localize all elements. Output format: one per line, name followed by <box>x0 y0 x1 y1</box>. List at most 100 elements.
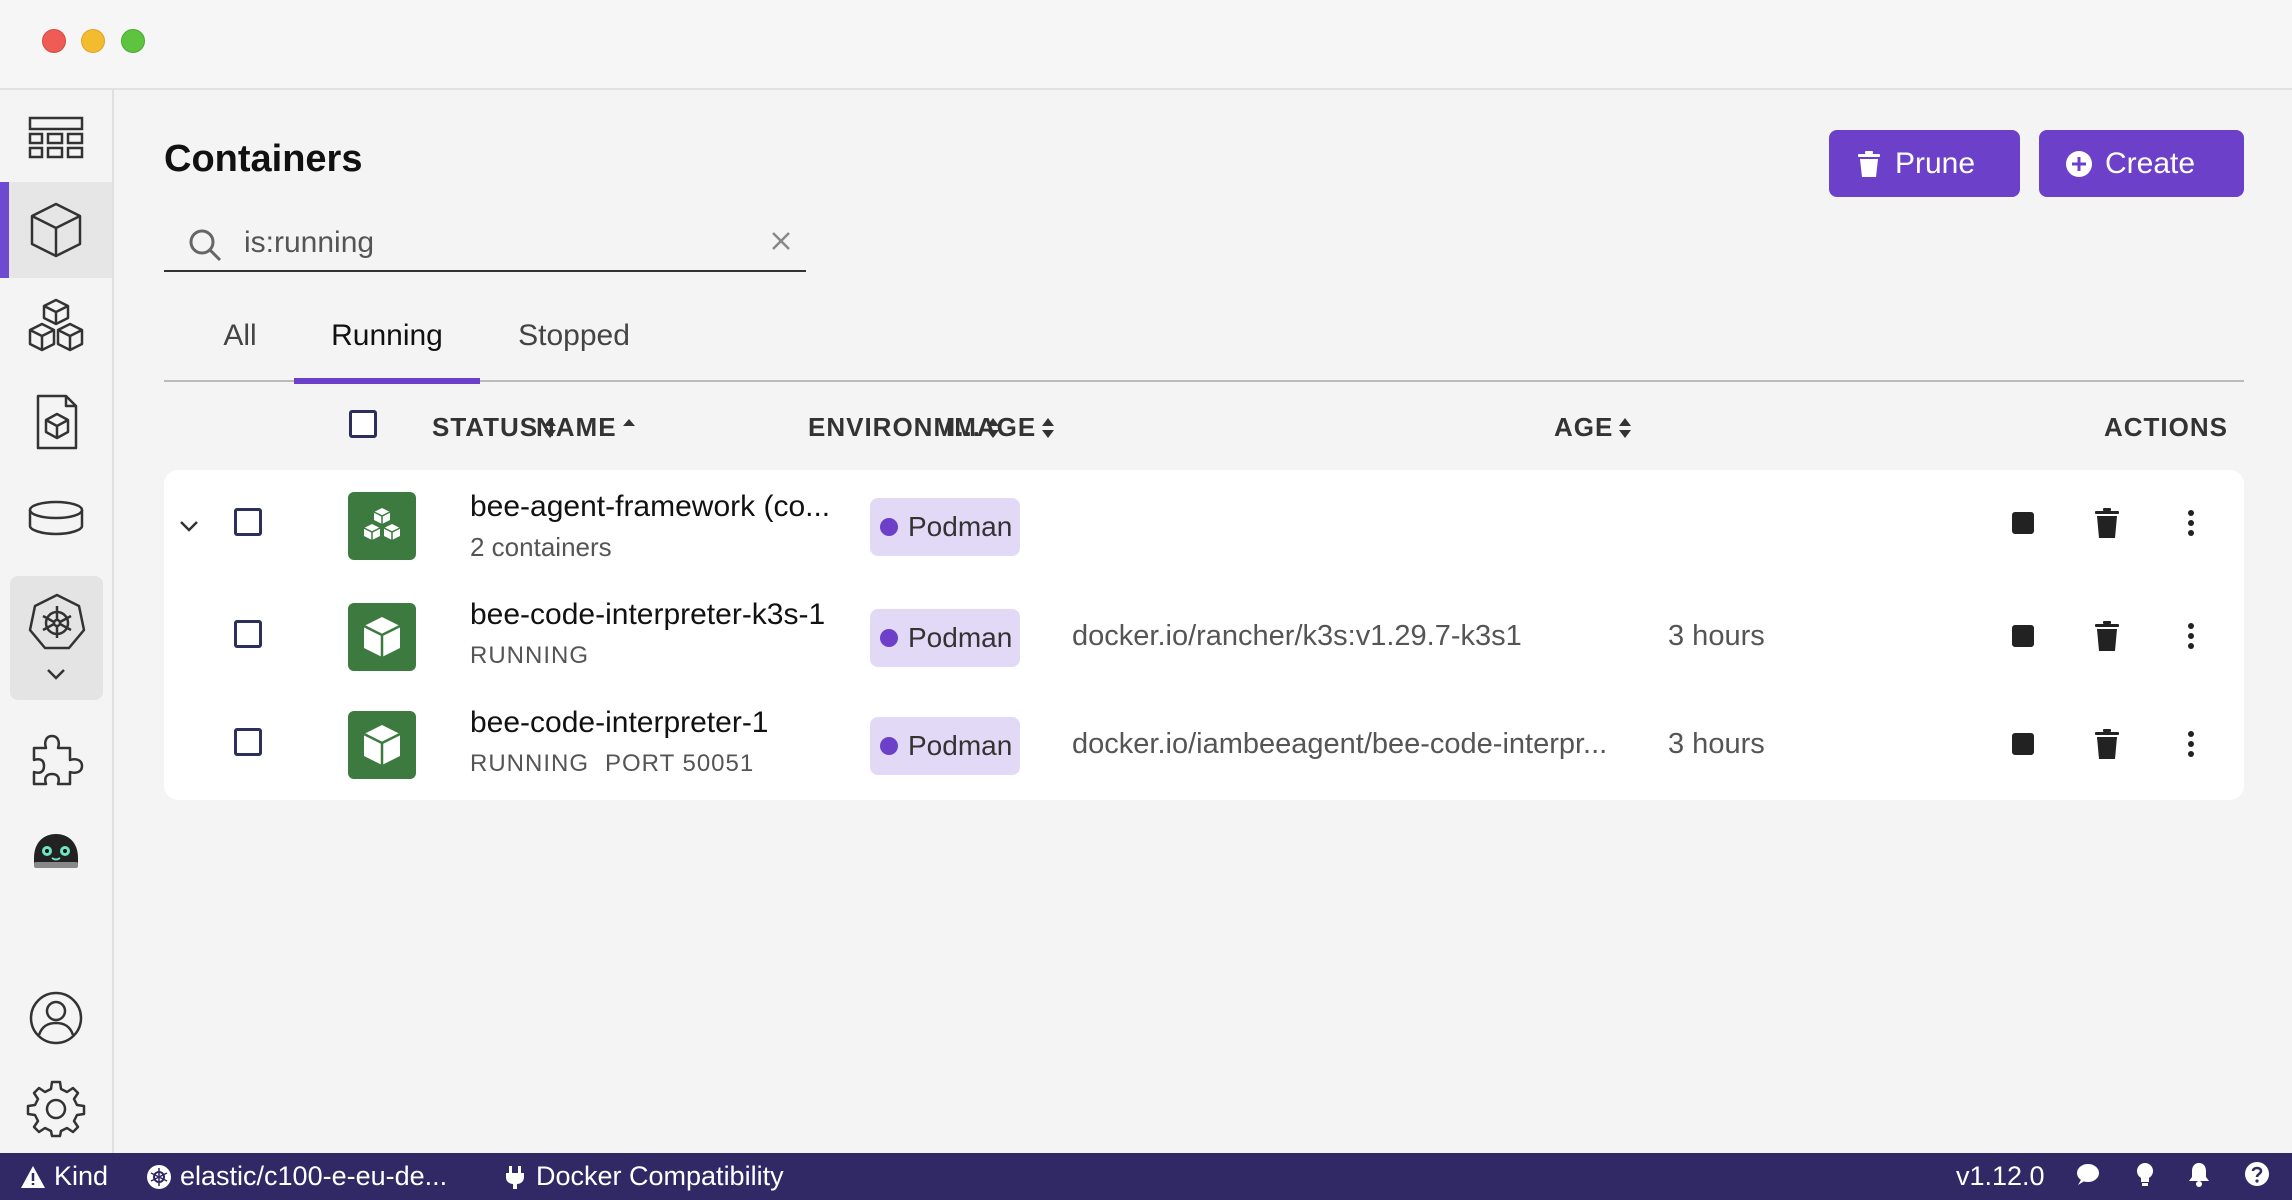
container-running-icon <box>363 617 401 657</box>
sidebar-item-images[interactable] <box>0 374 112 470</box>
environment-label: Podman <box>908 622 1013 653</box>
environment-label: Podman <box>908 730 1013 761</box>
table-row[interactable]: bee-code-interpreter-k3s-1 RUNNING Podma… <box>164 582 2244 692</box>
settings-icon <box>26 1080 86 1138</box>
column-age[interactable]: AGE <box>1554 412 1633 443</box>
select-all-checkbox[interactable] <box>349 410 377 438</box>
create-button-label: Create <box>2105 146 2196 180</box>
search-icon <box>189 229 222 262</box>
sidebar-item-bee-agent[interactable] <box>0 802 112 898</box>
sidebar-item-volumes[interactable] <box>0 470 112 566</box>
podman-dot-icon <box>880 518 898 536</box>
environment-badge: Podman <box>870 609 1020 667</box>
prune-button[interactable]: Prune <box>1829 130 2020 197</box>
kube-context-status[interactable]: elastic/c100-e-eu-de... <box>146 1161 447 1192</box>
main-content: Containers Prune Create is:running All R… <box>114 90 2292 1153</box>
kind-status[interactable]: Kind <box>20 1161 108 1192</box>
sidebar-item-containers[interactable] <box>0 182 112 278</box>
prune-button-label: Prune <box>1895 146 1976 180</box>
podman-dot-icon <box>880 737 898 755</box>
sidebar-item-kubernetes[interactable] <box>10 576 103 700</box>
kebab-menu-icon[interactable] <box>2174 619 2208 653</box>
minimize-window-button[interactable] <box>81 29 105 53</box>
table-header: STATUS NAME ENVIRONM... IMAGE AGE ACTION… <box>164 390 2244 460</box>
container-image: docker.io/iambeeagent/bee-code-interpr..… <box>1072 728 1608 760</box>
column-status-label: STATUS <box>432 412 539 442</box>
table-row[interactable]: bee-code-interpreter-1 RUNNING PORT 50051… <box>164 690 2244 800</box>
column-age-label: AGE <box>1554 412 1614 442</box>
tips-button[interactable] <box>2132 1161 2158 1187</box>
filter-tabs: All Running Stopped <box>164 290 2244 384</box>
container-age: 3 hours <box>1668 728 1765 760</box>
bee-agent-icon <box>34 834 78 868</box>
sidebar-item-dashboard[interactable] <box>0 90 112 186</box>
status-icon <box>348 711 416 779</box>
tab-all[interactable]: All <box>206 290 274 382</box>
kubernetes-icon <box>28 593 86 650</box>
zoom-window-button[interactable] <box>121 29 145 53</box>
container-name[interactable]: bee-code-interpreter-1 <box>470 706 769 740</box>
kind-label: Kind <box>54 1161 109 1191</box>
plug-icon <box>506 1165 524 1189</box>
environment-label: Podman <box>908 511 1013 542</box>
stop-icon[interactable] <box>2006 619 2040 653</box>
chevron-down-icon[interactable] <box>43 664 69 684</box>
column-image-label: IMAGE <box>946 412 1037 442</box>
container-image: docker.io/rancher/k3s:v1.29.7-k3s1 <box>1072 620 1522 652</box>
tab-stopped[interactable]: Stopped <box>504 290 644 382</box>
delete-icon[interactable] <box>2090 619 2124 653</box>
container-count: 2 containers <box>470 532 612 562</box>
version-label[interactable]: v1.12.0 <box>1956 1161 2045 1192</box>
close-window-button[interactable] <box>42 29 66 53</box>
docker-compatibility-label: Docker Compatibility <box>536 1161 784 1191</box>
page-title: Containers <box>164 138 363 180</box>
window-titlebar <box>0 0 2292 90</box>
status-icon <box>348 492 416 560</box>
help-icon <box>2245 1162 2269 1186</box>
environment-badge: Podman <box>870 717 1020 775</box>
status-icon <box>348 603 416 671</box>
sort-icon <box>1619 417 1632 438</box>
sidebar-item-account[interactable] <box>0 970 112 1066</box>
chat-bubble-icon <box>2077 1164 2099 1185</box>
feedback-button[interactable] <box>2074 1161 2100 1187</box>
row-checkbox[interactable] <box>234 728 262 756</box>
kebab-menu-icon[interactable] <box>2174 727 2208 761</box>
create-button[interactable]: Create <box>2039 130 2244 197</box>
help-button[interactable] <box>2244 1161 2270 1187</box>
sidebar-item-settings[interactable] <box>0 1060 112 1156</box>
sidebar-item-extensions[interactable] <box>0 710 112 806</box>
stop-icon[interactable] <box>2006 506 2040 540</box>
container-name[interactable]: bee-code-interpreter-k3s-1 <box>470 598 825 632</box>
sidebar-item-pods[interactable] <box>0 278 112 374</box>
dashboard-icon <box>28 116 84 159</box>
table-row[interactable]: bee-agent-framework (co... 2 containers … <box>164 470 2244 580</box>
row-checkbox[interactable] <box>234 620 262 648</box>
notifications-button[interactable] <box>2186 1161 2212 1187</box>
container-state-label: RUNNING <box>470 750 589 777</box>
container-state: RUNNING PORT 50051 <box>470 750 754 778</box>
chevron-down-icon[interactable] <box>176 514 202 538</box>
containers-table: bee-agent-framework (co... 2 containers … <box>164 470 2244 800</box>
extensions-icon <box>32 734 84 786</box>
container-port[interactable]: PORT 50051 <box>605 750 754 777</box>
kubernetes-icon <box>147 1164 171 1189</box>
kebab-menu-icon[interactable] <box>2174 506 2208 540</box>
docker-compatibility-status[interactable]: Docker Compatibility <box>502 1161 784 1192</box>
column-image[interactable]: IMAGE <box>946 412 1056 443</box>
stop-icon[interactable] <box>2006 727 2040 761</box>
pod-group-icon <box>363 508 401 540</box>
plus-circle-icon <box>2066 150 2092 177</box>
delete-icon[interactable] <box>2090 506 2124 540</box>
lightbulb-icon <box>2137 1163 2153 1186</box>
environment-badge: Podman <box>870 498 1020 556</box>
row-checkbox[interactable] <box>234 508 262 536</box>
kube-context-label: elastic/c100-e-eu-de... <box>180 1161 448 1191</box>
clear-search-icon[interactable] <box>768 228 794 254</box>
column-name[interactable]: NAME <box>536 412 637 443</box>
delete-icon[interactable] <box>2090 727 2124 761</box>
container-state: RUNNING <box>470 642 589 669</box>
container-name[interactable]: bee-agent-framework (co... <box>470 490 830 524</box>
tab-running[interactable]: Running <box>294 290 480 384</box>
search-input[interactable]: is:running <box>164 220 806 272</box>
